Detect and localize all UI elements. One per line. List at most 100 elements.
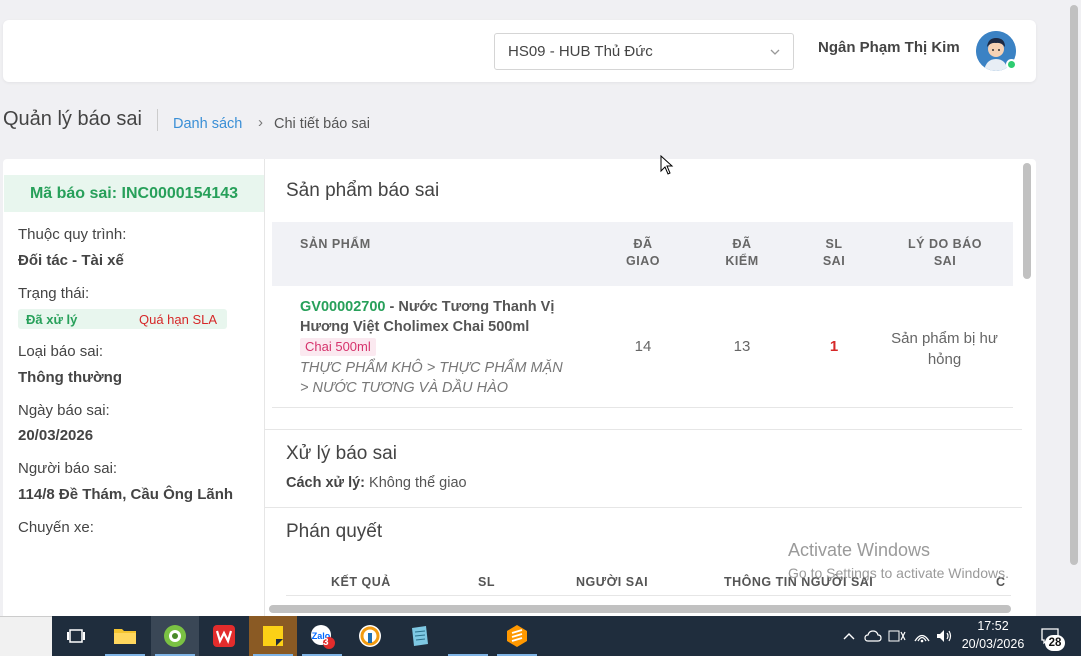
notification-count-badge: 28 <box>1045 635 1065 651</box>
taskbar: Zalo 3 <box>0 616 1081 656</box>
wps-office-button[interactable] <box>200 616 248 656</box>
vertical-scrollbar-thumb[interactable] <box>1023 163 1031 279</box>
activation-watermark-subtitle: Go to Settings to activate Windows. <box>788 565 1009 581</box>
sticky-notes-button[interactable] <box>249 616 297 656</box>
product-unit-tag: Chai 500ml <box>300 338 376 356</box>
section-divider <box>265 429 1022 430</box>
volume-button[interactable] <box>935 616 955 656</box>
col-checked-line1: ĐÃ <box>732 237 752 251</box>
col-wrong-person: NGƯỜI SAI <box>576 575 649 589</box>
mouse-cursor-icon <box>660 155 674 175</box>
wps-icon <box>213 625 235 647</box>
info-panel: Mã báo sai: INC0000154143 Thuộc quy trìn… <box>3 159 265 619</box>
keyboard-lang-icon <box>888 630 906 642</box>
product-code: GV00002700 <box>300 299 386 315</box>
online-status-dot <box>1006 59 1017 70</box>
breadcrumb-separator: › <box>258 114 263 131</box>
zalo-button[interactable]: Zalo 3 <box>298 616 346 656</box>
show-hidden-icons-button[interactable] <box>840 616 858 656</box>
wifi-icon <box>914 634 930 643</box>
col-reason: LÝ DO BÁO SAI <box>895 236 995 270</box>
product-name[interactable]: GV00002700 - Nước Tương Thanh Vị Hương V… <box>300 297 590 337</box>
col-delivered-line2: GIAO <box>626 254 660 268</box>
coccoc-icon <box>164 625 186 647</box>
checked-qty: 13 <box>733 338 751 355</box>
chevron-down-icon <box>770 49 780 55</box>
sublime-button[interactable] <box>493 616 541 656</box>
process-label: Thuộc quy trình: <box>18 226 127 243</box>
col-delivered: ĐÃ GIAO <box>618 236 668 270</box>
process-value: Đối tác - Tài xế <box>18 252 124 269</box>
table-row: GV00002700 - Nước Tương Thanh Vị Hương V… <box>272 286 1013 408</box>
status-processed: Đã xử lý <box>26 312 78 327</box>
hub-select[interactable]: HS09 - HUB Thủ Đức <box>494 33 794 70</box>
ultraviewer-button[interactable] <box>346 616 394 656</box>
clock-date[interactable]: 20/03/2026 <box>958 637 1028 651</box>
folder-icon <box>114 629 136 644</box>
status-badge: Đã xử lý Quá hạn SLA <box>18 309 227 329</box>
user-name[interactable]: Ngân Phạm Thị Kim <box>818 39 960 56</box>
incident-code: Mã báo sai: INC0000154143 <box>4 175 264 212</box>
sticky-note-icon <box>263 626 283 646</box>
notepad-app-icon <box>412 626 428 646</box>
vertical-scrollbar[interactable] <box>1022 163 1032 613</box>
product-category: THỰC PHẨM KHÔ > THỰC PHẨM MẶN > NƯỚC TƯƠ… <box>300 360 563 396</box>
col-wrong-line2: SAI <box>822 254 846 268</box>
status-label: Trạng thái: <box>18 285 90 302</box>
activation-watermark-title: Activate Windows <box>788 540 931 560</box>
type-value: Thông thường <box>18 369 122 386</box>
sublime-text-icon <box>507 625 527 647</box>
wrong-reason: Sản phẩm bị hư hỏng <box>891 330 998 368</box>
task-view-icon <box>67 629 85 643</box>
title-divider <box>157 109 158 131</box>
cloud-tray-button[interactable] <box>863 616 883 656</box>
status-sla-overdue: Quá hạn SLA <box>139 312 218 327</box>
col-wrong-qty: SL SAI <box>809 236 859 270</box>
hub-select-value: HS09 - HUB Thủ Đức <box>508 43 653 60</box>
taskbar-start-area[interactable] <box>0 616 52 656</box>
col-checked-line2: KIỂM <box>725 254 759 268</box>
horizontal-scrollbar[interactable] <box>269 605 1011 613</box>
reporter-value: 114/8 Đề Thám, Cầu Ông Lãnh <box>18 486 234 503</box>
page-scrollbar-thumb[interactable] <box>1070 5 1078 565</box>
trip-label: Chuyến xe: <box>18 519 94 536</box>
page-title: Quản lý báo sai <box>3 108 142 130</box>
file-explorer-button[interactable] <box>101 616 149 656</box>
type-label: Loại báo sai: <box>18 343 104 360</box>
network-button[interactable] <box>912 616 932 656</box>
cloud-icon <box>864 630 882 642</box>
date-value: 20/03/2026 <box>18 427 94 444</box>
col-result: KẾT QUẢ <box>331 575 391 589</box>
date-label: Ngày báo sai: <box>18 402 110 419</box>
col-delivered-line1: ĐÃ <box>633 237 653 251</box>
clock-time[interactable]: 17:52 <box>968 619 1018 633</box>
task-view-button[interactable] <box>52 616 100 656</box>
coccoc-browser-button[interactable] <box>151 616 199 656</box>
page-scrollbar[interactable] <box>1067 0 1081 616</box>
delivered-qty: 14 <box>634 338 652 355</box>
products-section-title: Sản phẩm báo sai <box>286 180 440 201</box>
col-wrong-line1: SL <box>825 237 843 251</box>
products-table-header: SẢN PHẨM ĐÃ GIAO ĐÃ KIỂM SL SAI LÝ DO BÁO SA… <box>272 222 1013 286</box>
reporter-label: Người báo sai: <box>18 460 118 477</box>
handling-method-label: Cách xử lý: <box>286 475 365 491</box>
breadcrumb-list-link[interactable]: Danh sách <box>173 116 242 132</box>
col-checked: ĐÃ KIỂM <box>717 236 767 270</box>
wrong-qty: 1 <box>829 338 839 355</box>
breadcrumb-current: Chi tiết báo sai <box>274 116 370 132</box>
col-product: SẢN PHẨM <box>300 237 371 251</box>
col-reason-line2: SAI <box>933 254 957 268</box>
top-header: HS09 - HUB Thủ Đức Ngân Phạm Thị Kim <box>3 20 1036 82</box>
speaker-icon <box>937 630 952 642</box>
zalo-badge: 3 <box>323 637 329 648</box>
ultraviewer-icon <box>359 625 381 647</box>
verdict-section-title: Phán quyết <box>286 521 383 542</box>
col-reason-line1: LÝ DO BÁO <box>908 237 982 251</box>
section-divider <box>265 507 1022 508</box>
col-qty: SL <box>478 575 495 589</box>
input-method-button[interactable] <box>887 616 907 656</box>
app-button[interactable] <box>395 616 443 656</box>
empty-task-button[interactable] <box>444 616 492 656</box>
handling-method-value: Không thể giao <box>365 475 467 491</box>
handling-section-title: Xử lý báo sai <box>286 443 397 464</box>
